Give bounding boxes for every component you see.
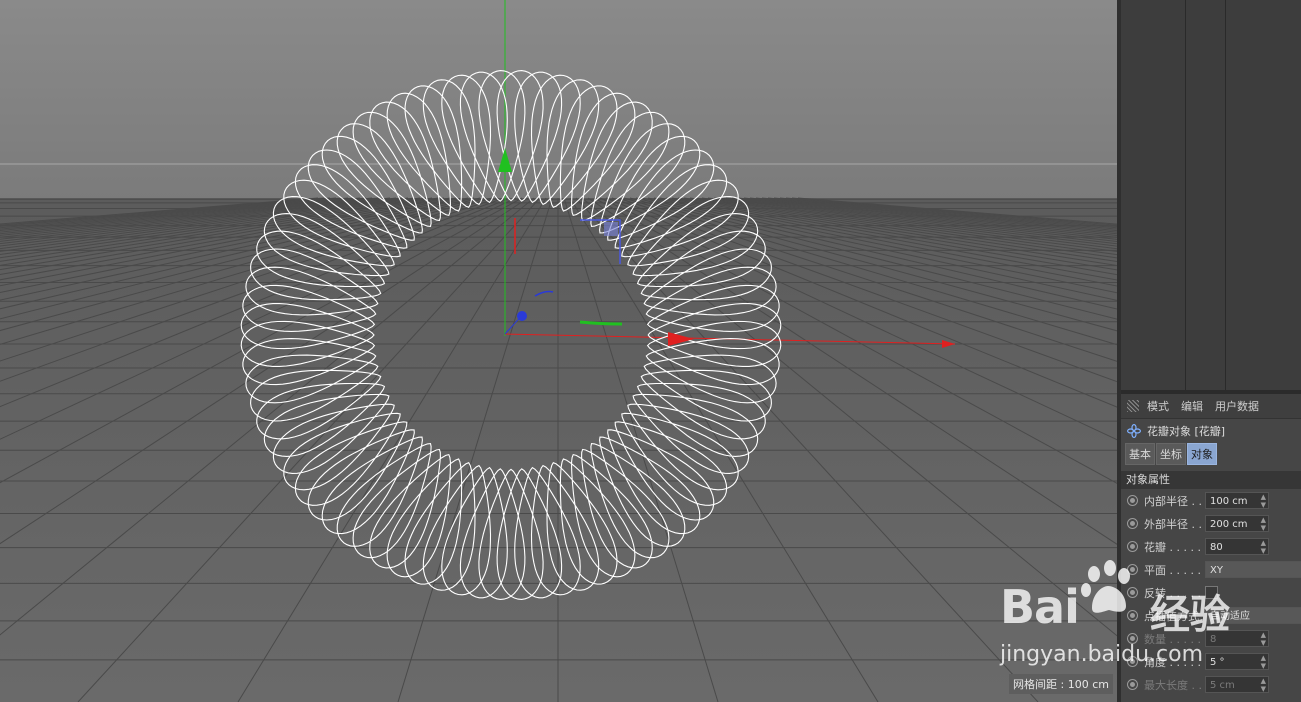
prop-label: 平面 . . . . . xyxy=(1144,563,1201,577)
prop-label: 点插值方式 xyxy=(1144,609,1199,623)
sky-background xyxy=(0,0,1117,200)
grid-spacing-label: 网格间距 : 100 cm xyxy=(1009,674,1113,694)
object-title-text: 花瓣对象 [花瓣] xyxy=(1147,425,1226,438)
prop-max-length: 最大长度 . . 5 cm ▲ ▼ xyxy=(1121,673,1301,696)
animate-radio-icon[interactable] xyxy=(1127,610,1138,621)
field-value: 5 cm xyxy=(1210,680,1235,691)
prop-plane: 平面 . . . . . XY xyxy=(1121,558,1301,581)
tab-basic[interactable]: 基本 xyxy=(1125,443,1155,465)
plane-dropdown[interactable]: XY xyxy=(1205,561,1301,578)
prop-label: 最大长度 . . xyxy=(1144,678,1202,692)
field-value: 80 xyxy=(1210,542,1223,553)
prop-interpolation: 点插值方式 自动适应 xyxy=(1121,604,1301,627)
prop-label: 数量 . . . . . xyxy=(1144,632,1201,646)
grip-icon[interactable] xyxy=(1127,400,1139,412)
tab-coord[interactable]: 坐标 xyxy=(1156,443,1186,465)
interpolation-dropdown[interactable]: 自动适应 xyxy=(1205,607,1301,624)
petals-field[interactable]: 80 ▲ ▼ xyxy=(1205,538,1269,555)
spinner-arrows-icon[interactable]: ▲ ▼ xyxy=(1261,493,1266,509)
outer-radius-field[interactable]: 200 cm ▲ ▼ xyxy=(1205,515,1269,532)
max-length-field[interactable]: 5 cm ▲ ▼ xyxy=(1205,676,1269,693)
prop-angle: 角度 . . . . . 5 ° ▲ ▼ xyxy=(1121,650,1301,673)
count-field[interactable]: 8 ▲ ▼ xyxy=(1205,630,1269,647)
flower-spline-icon xyxy=(1127,424,1141,438)
prop-label: 外部半径 . . xyxy=(1144,517,1202,531)
object-manager[interactable] xyxy=(1121,0,1301,390)
spinner-arrows-icon[interactable]: ▲ ▼ xyxy=(1261,516,1266,532)
attribute-manager: 模式 编辑 用户数据 花瓣对象 [花瓣] 基本 坐标 对象 对象属性 内部半径 xyxy=(1121,394,1301,702)
inner-radius-field[interactable]: 100 cm ▲ ▼ xyxy=(1205,492,1269,509)
field-value: 100 cm xyxy=(1210,496,1248,507)
attribute-tabs: 基本 坐标 对象 xyxy=(1121,443,1301,465)
right-panel: 模式 编辑 用户数据 花瓣对象 [花瓣] 基本 坐标 对象 对象属性 内部半径 xyxy=(1117,0,1301,702)
prop-label: 花瓣 . . . . . xyxy=(1144,540,1201,554)
prop-count: 数量 . . . . . 8 ▲ ▼ xyxy=(1121,627,1301,650)
reverse-checkbox[interactable] xyxy=(1205,586,1218,599)
field-value: XY xyxy=(1210,565,1223,576)
angle-field[interactable]: 5 ° ▲ ▼ xyxy=(1205,653,1269,670)
animate-radio-icon[interactable] xyxy=(1127,564,1138,575)
prop-inner-radius: 内部半径 . . 100 cm ▲ ▼ xyxy=(1121,489,1301,512)
menu-edit[interactable]: 编辑 xyxy=(1181,398,1203,414)
viewport-canvas[interactable] xyxy=(0,0,1117,702)
animate-radio-icon[interactable] xyxy=(1127,679,1138,690)
prop-label: 反转 . . . . . xyxy=(1144,586,1201,600)
menu-user-data[interactable]: 用户数据 xyxy=(1215,398,1259,414)
field-value: 自动适应 xyxy=(1210,611,1250,622)
tab-object[interactable]: 对象 xyxy=(1187,443,1217,465)
object-title: 花瓣对象 [花瓣] xyxy=(1121,419,1301,443)
animate-radio-icon[interactable] xyxy=(1127,633,1138,644)
field-value: 8 xyxy=(1210,634,1217,645)
object-manager-column-divider xyxy=(1225,0,1226,390)
animate-radio-icon[interactable] xyxy=(1127,495,1138,506)
menu-mode[interactable]: 模式 xyxy=(1147,398,1169,414)
gizmo-plane-handle xyxy=(604,222,618,236)
3d-viewport[interactable]: 网格间距 : 100 cm xyxy=(0,0,1117,702)
field-value: 5 ° xyxy=(1210,657,1225,668)
prop-reverse: 反转 . . . . . xyxy=(1121,581,1301,604)
animate-radio-icon[interactable] xyxy=(1127,587,1138,598)
spinner-arrows-icon[interactable]: ▲ ▼ xyxy=(1261,677,1266,693)
animate-radio-icon[interactable] xyxy=(1127,541,1138,552)
object-manager-column-divider xyxy=(1185,0,1186,390)
animate-radio-icon[interactable] xyxy=(1127,518,1138,529)
prop-petals: 花瓣 . . . . . 80 ▲ ▼ xyxy=(1121,535,1301,558)
attribute-menu-bar: 模式 编辑 用户数据 xyxy=(1121,394,1301,419)
spinner-arrows-icon[interactable]: ▲ ▼ xyxy=(1261,539,1266,555)
spinner-arrows-icon[interactable]: ▲ ▼ xyxy=(1261,631,1266,647)
field-value: 200 cm xyxy=(1210,519,1248,530)
gizmo-z-handle xyxy=(517,311,527,321)
animate-radio-icon[interactable] xyxy=(1127,656,1138,667)
prop-label: 内部半径 . . xyxy=(1144,494,1202,508)
prop-label: 角度 . . . . . xyxy=(1144,655,1201,669)
prop-outer-radius: 外部半径 . . 200 cm ▲ ▼ xyxy=(1121,512,1301,535)
section-object-properties: 对象属性 xyxy=(1121,471,1301,489)
spinner-arrows-icon[interactable]: ▲ ▼ xyxy=(1261,654,1266,670)
